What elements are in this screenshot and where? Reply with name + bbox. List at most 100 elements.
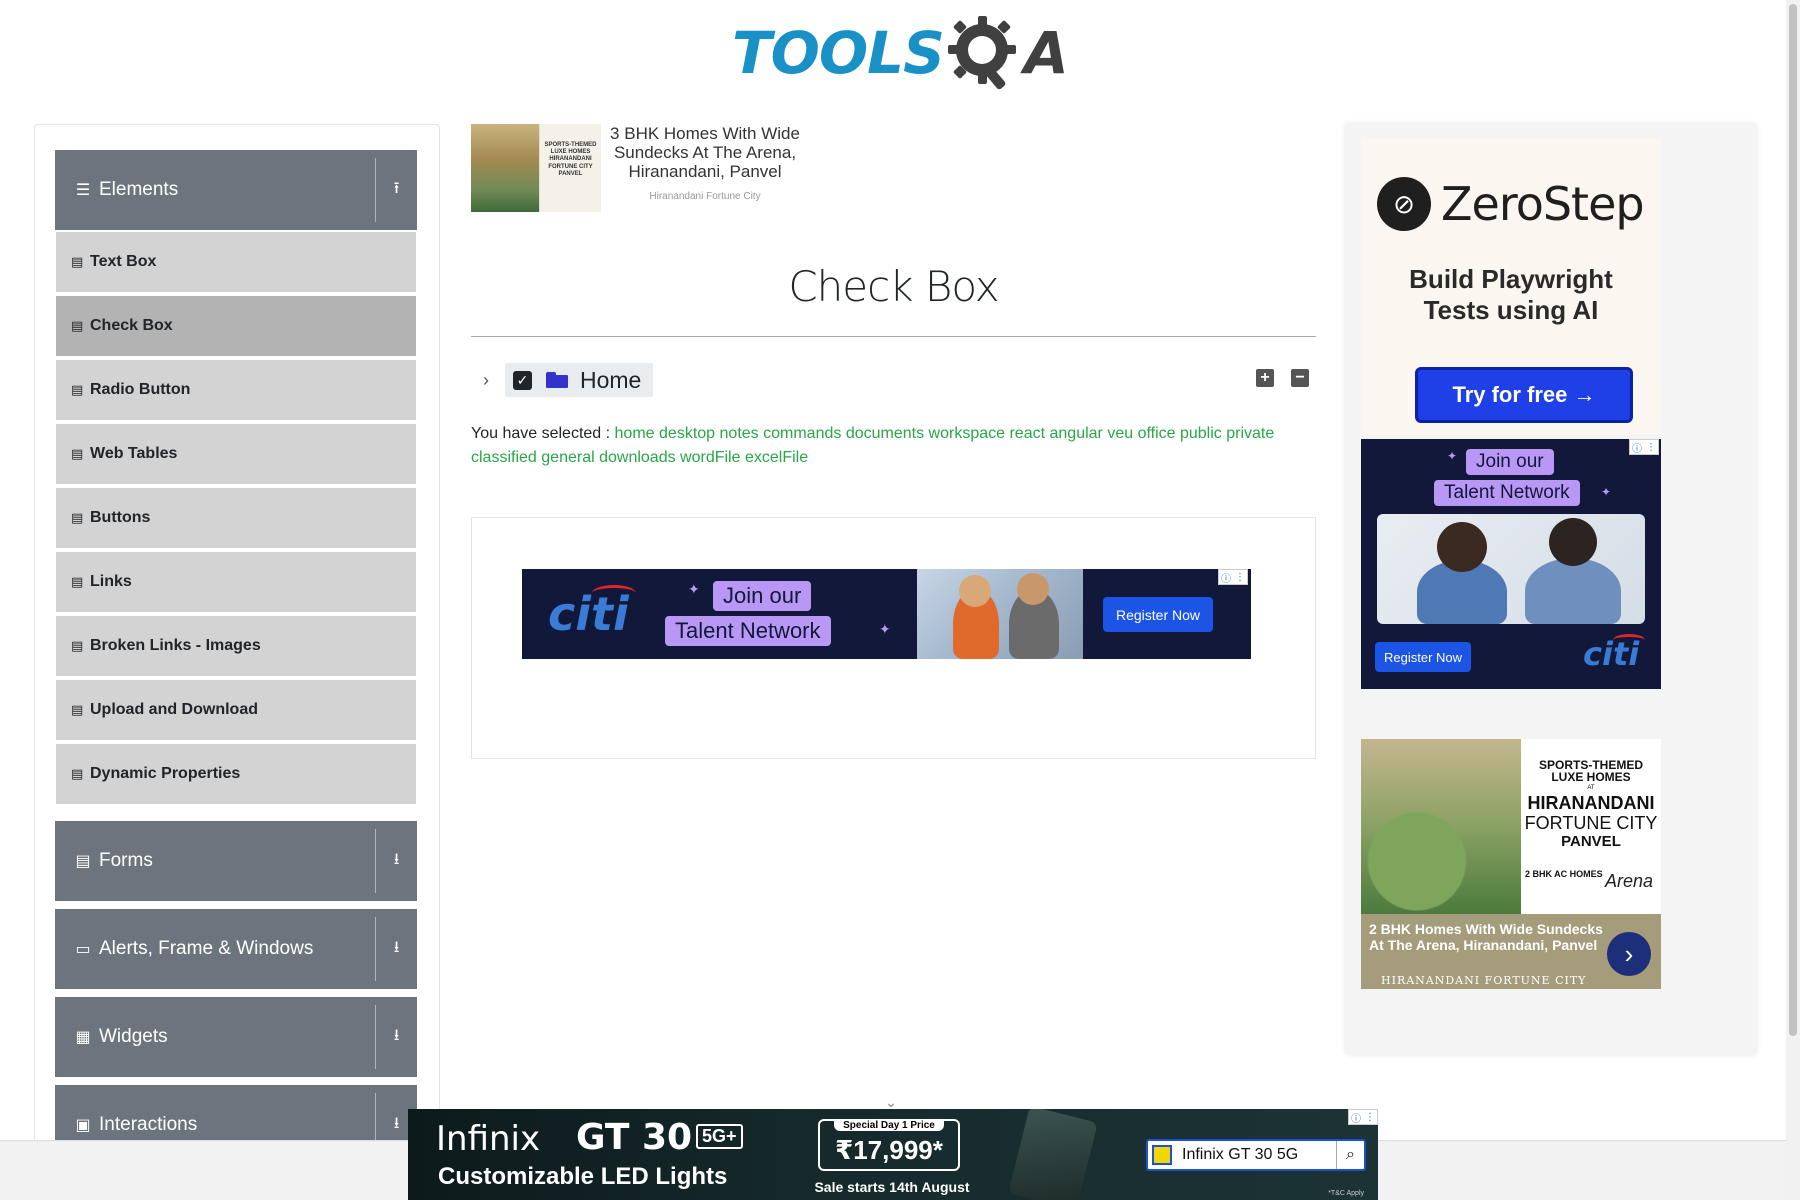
- tree-node-home: › ✓ Home: [471, 362, 654, 398]
- window-icon: ▭: [75, 941, 91, 958]
- selected-item: react: [1009, 425, 1046, 442]
- talent-network-pill: Talent Network: [1434, 480, 1580, 506]
- selected-item: public: [1179, 425, 1222, 442]
- group-label: Widgets: [99, 1026, 168, 1047]
- group-label: Elements: [99, 179, 179, 200]
- selected-item: downloads: [599, 449, 676, 466]
- logo-text-a: A: [1023, 19, 1069, 87]
- search-icon[interactable]: ⌕: [1336, 1141, 1364, 1169]
- item-icon: ▤: [71, 382, 84, 397]
- hiranandani-ad[interactable]: SPORTS-THEMED LUXE HOMES AT HIRANANDANI …: [1361, 739, 1661, 989]
- left-sidebar: ☰ Elements ⭱ ▤ Text Box ▤ Check Box ▤ Ra…: [34, 124, 440, 1200]
- hiranandani-panel: SPORTS-THEMED LUXE HOMES AT HIRANANDANI …: [1521, 739, 1661, 914]
- item-icon: ▤: [71, 766, 84, 781]
- chevron-right-icon[interactable]: ›: [1607, 932, 1651, 976]
- selected-item: excelFile: [744, 449, 809, 466]
- sidebar-item-label: Links: [90, 573, 132, 590]
- collapse-all-button[interactable]: −: [1291, 369, 1309, 387]
- expand-arrow-icon[interactable]: ⭳: [375, 1005, 417, 1069]
- sidebar-item-label: Buttons: [90, 509, 151, 526]
- chevron-right-icon[interactable]: ›: [471, 370, 501, 391]
- ad-search-text: Infinix GT 30 5G: [1182, 1146, 1299, 1163]
- expand-all-button[interactable]: +: [1256, 369, 1274, 387]
- widgets-icon: ▦: [75, 1029, 91, 1046]
- item-icon: ▤: [71, 510, 84, 525]
- sidebar-item-check-box[interactable]: ▤ Check Box: [56, 296, 416, 356]
- item-icon: ▤: [71, 702, 84, 717]
- expand-arrow-icon[interactable]: ⭳: [375, 917, 417, 981]
- bars-icon: ☰: [75, 182, 91, 199]
- ad-title: 2 BHK Homes With Wide Sundecks At The Ar…: [1369, 921, 1603, 953]
- ad-subtitle: Customizable LED Lights: [438, 1163, 728, 1190]
- page: TOOLS A ☰ Elements ⭱ ▤ Text Box ▤ Check …: [0, 0, 1800, 1200]
- sidebar-item-label: Text Box: [90, 253, 157, 270]
- sidebar-item-web-tables[interactable]: ▤ Web Tables: [56, 424, 416, 484]
- zerostep-name: ZeroStep: [1441, 177, 1645, 231]
- ad-search-box[interactable]: Infinix GT 30 5G ⌕: [1146, 1139, 1366, 1171]
- group-header-elements[interactable]: ☰ Elements ⭱: [55, 150, 417, 230]
- toolsqa-logo[interactable]: TOOLS A: [732, 14, 1069, 92]
- group-header-forms[interactable]: ▤ Forms ⭳: [55, 821, 417, 901]
- page-title: Check Box: [788, 262, 999, 311]
- selected-item: notes: [719, 425, 759, 442]
- selected-item: workspace: [928, 425, 1006, 442]
- sidebar-item-links[interactable]: ▤ Links: [56, 552, 416, 612]
- selected-item: general: [541, 449, 595, 466]
- citi-square-ad[interactable]: ⓘ ⋮ ✦ Join our Talent Network ✦ Register …: [1361, 439, 1661, 689]
- checkbox-checked[interactable]: ✓: [513, 370, 532, 390]
- ad-title[interactable]: 3 BHK Homes With Wide Sundecks At The Ar…: [610, 124, 800, 181]
- group-label: Alerts, Frame & Windows: [99, 938, 314, 959]
- group-label: Forms: [99, 850, 153, 871]
- try-for-free-button[interactable]: Try for free →: [1415, 367, 1633, 423]
- sidebar-item-text-box[interactable]: ▤ Text Box: [56, 232, 416, 292]
- selected-item: home: [614, 425, 655, 442]
- price-box: Special Day 1 Price ₹17,999*: [818, 1119, 960, 1171]
- item-icon: ▤: [71, 638, 84, 653]
- flipkart-icon: [1152, 1145, 1172, 1165]
- register-now-button[interactable]: Register Now: [1375, 642, 1471, 672]
- ad-source: HIRANANDANI FORTUNE CITY: [1381, 974, 1587, 987]
- infinix-sticky-ad[interactable]: Infinix GT 30 5G+ Customizable LED Light…: [408, 1109, 1378, 1200]
- result-label: You have selected :: [471, 425, 611, 442]
- group-header-widgets[interactable]: ▦ Widgets ⭳: [55, 997, 417, 1077]
- tree-node-label-wrap[interactable]: ✓ Home: [505, 363, 654, 397]
- item-icon: ▤: [71, 574, 84, 589]
- sidebar-item-dynamic-properties[interactable]: ▤ Dynamic Properties: [56, 744, 416, 804]
- zerostep-logo-icon: ⊘: [1377, 177, 1431, 231]
- sidebar-item-radio-button[interactable]: ▤ Radio Button: [56, 360, 416, 420]
- sidebar-item-label: Dynamic Properties: [90, 765, 241, 782]
- citi-logo: citi: [1583, 634, 1645, 673]
- adchoices-icon[interactable]: ⓘ ⋮: [1218, 569, 1248, 585]
- group-header-alerts[interactable]: ▭ Alerts, Frame & Windows ⭳: [55, 909, 417, 989]
- zerostep-ad[interactable]: ⊘ ZeroStep Build Playwright Tests using …: [1361, 139, 1661, 434]
- ad-model: GT 30: [576, 1117, 693, 1158]
- right-ad-column: ⊘ ZeroStep Build Playwright Tests using …: [1346, 124, 1756, 1054]
- result-text: You have selected : home desktop notes c…: [471, 422, 1316, 470]
- zerostep-tagline: Build Playwright Tests using AI: [1409, 264, 1613, 325]
- top-native-ad[interactable]: SPORTS-THEMED LUXE HOMES HIRANANDANI FOR…: [471, 124, 1171, 216]
- selected-item: angular: [1049, 425, 1103, 442]
- sidebar-item-buttons[interactable]: ▤ Buttons: [56, 488, 416, 548]
- collapse-arrow-icon[interactable]: ⭱: [375, 158, 417, 222]
- sidebar-item-broken-links[interactable]: ▤ Broken Links - Images: [56, 616, 416, 676]
- selected-item: commands: [763, 425, 842, 442]
- selected-item: documents: [845, 425, 925, 442]
- middle-ad-container: citi ✦ Join our Talent Network ✦ Registe…: [471, 517, 1316, 759]
- page-scrollbar[interactable]: [1786, 0, 1800, 1200]
- selected-item: classified: [471, 449, 537, 466]
- adchoices-icon[interactable]: ⓘ ⋮: [1348, 1109, 1378, 1125]
- expand-arrow-icon[interactable]: ⭳: [375, 829, 417, 893]
- sale-date: Sale starts 14th August: [814, 1179, 970, 1195]
- interactions-icon: ▣: [75, 1117, 91, 1134]
- tc-text: *T&C Apply: [1328, 1190, 1364, 1197]
- talent-network-pill: Talent Network: [665, 616, 831, 646]
- citi-banner-ad[interactable]: citi ✦ Join our Talent Network ✦ Registe…: [522, 569, 1251, 659]
- adchoices-icon[interactable]: ⓘ ⋮: [1629, 439, 1659, 455]
- selected-item: office: [1137, 425, 1176, 442]
- ad-photo: [1377, 514, 1645, 624]
- register-now-button[interactable]: Register Now: [1103, 597, 1213, 632]
- title-divider: [471, 336, 1316, 337]
- ad-brand: Infinix: [436, 1119, 541, 1159]
- scrollbar-thumb[interactable]: [1789, 4, 1797, 1036]
- sidebar-item-upload-download[interactable]: ▤ Upload and Download: [56, 680, 416, 740]
